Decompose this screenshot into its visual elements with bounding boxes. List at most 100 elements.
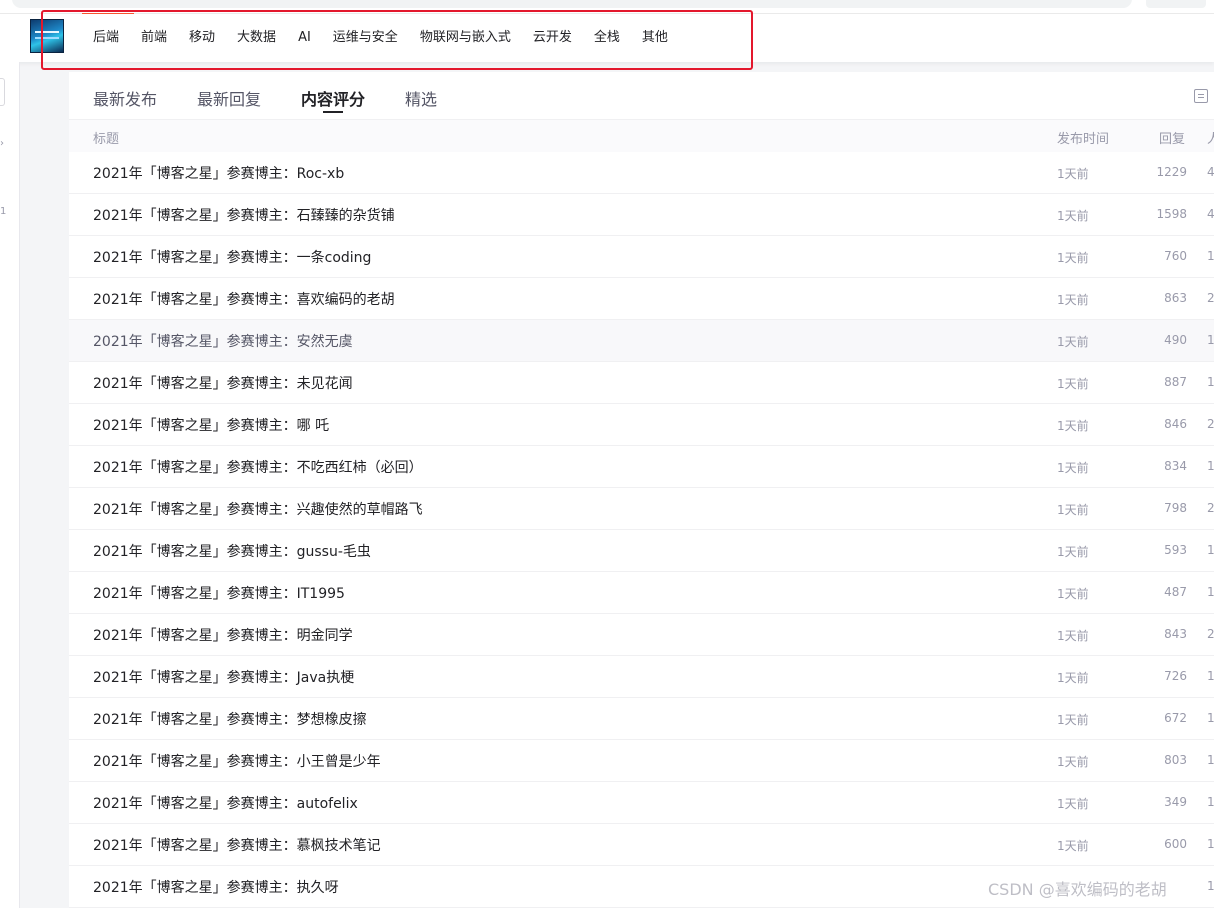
row-time: 1天前: [1057, 293, 1089, 307]
row-reply-count: 672: [1164, 711, 1187, 725]
browser-top-strip: [0, 0, 1214, 15]
row-title-link[interactable]: 2021年「博客之星」参赛博主：石臻臻的杂货铺: [93, 205, 395, 225]
logo-mark-icon: [35, 31, 59, 39]
watermark: CSDN @喜欢编码的老胡: [988, 880, 1167, 899]
row-extra-count: 1: [1207, 879, 1214, 893]
address-bar[interactable]: [12, 0, 1132, 8]
row-extra-count: 1: [1207, 249, 1214, 263]
row-title-link[interactable]: 2021年「博客之星」参赛博主：Roc-xb: [93, 163, 344, 183]
table-row[interactable]: 2021年「博客之星」参赛博主：兴趣使然的草帽路飞 1天前 798 2: [69, 488, 1214, 530]
row-title-link[interactable]: 2021年「博客之星」参赛博主：未见花闻: [93, 373, 353, 393]
table-row[interactable]: 2021年「博客之星」参赛博主：哪 吒 1天前 846 2: [69, 404, 1214, 446]
table-row[interactable]: 2021年「博客之星」参赛博主：Roc-xb 1天前 1229 4: [69, 152, 1214, 194]
row-extra-count: 1: [1207, 585, 1214, 599]
row-time: 1天前: [1057, 419, 1089, 433]
collapsed-input-edge[interactable]: [0, 78, 5, 106]
table-row[interactable]: 2021年「博客之星」参赛博主：小王曾是少年 1天前 803 1: [69, 740, 1214, 782]
table-row[interactable]: 2021年「博客之星」参赛博主：梦想橡皮擦 1天前 672 1: [69, 698, 1214, 740]
nav-item[interactable]: 物联网与嵌入式: [409, 14, 522, 62]
row-reply-count: 600: [1164, 837, 1187, 851]
table-row[interactable]: 2021年「博客之星」参赛博主：明金同学 1天前 843 2: [69, 614, 1214, 656]
row-time: 1天前: [1057, 839, 1089, 853]
content-panel: 最新发布 最新回复 内容评分 精选 标题 发布时间 回复 人 2021年「博客之…: [69, 72, 1214, 908]
tab-featured[interactable]: 精选: [405, 86, 437, 110]
header-title: 标题: [93, 132, 120, 147]
nav-item[interactable]: 全栈: [583, 14, 631, 62]
table-row[interactable]: 2021年「博客之星」参赛博主：安然无虞 1天前 490 1: [69, 320, 1214, 362]
topic-list: 2021年「博客之星」参赛博主：Roc-xb 1天前 1229 4 2021年「博客之星…: [69, 152, 1214, 908]
header-reply: 回复: [1159, 132, 1186, 147]
table-header: 标题 发布时间 回复 人: [69, 120, 1214, 152]
row-title-link[interactable]: 2021年「博客之星」参赛博主：一条coding: [93, 247, 371, 267]
row-time: 1天前: [1057, 167, 1089, 181]
row-reply-count: 803: [1164, 753, 1187, 767]
row-extra-count: 1: [1207, 753, 1214, 767]
table-row[interactable]: 2021年「博客之星」参赛博主：autofelix 1天前 349 1: [69, 782, 1214, 824]
category-nav: 后端 前端 移动 大数据 AI 运维与安全 物联网与嵌入式 云开发 全栈 其他: [82, 14, 679, 62]
row-extra-count: 1: [1207, 837, 1214, 851]
row-title-link[interactable]: 2021年「博客之星」参赛博主：哪 吒: [93, 415, 329, 435]
row-reply-count: 490: [1164, 333, 1187, 347]
row-title-link[interactable]: 2021年「博客之星」参赛博主：梦想橡皮擦: [93, 709, 367, 729]
table-row[interactable]: 2021年「博客之星」参赛博主：gussu-毛虫 1天前 593 1: [69, 530, 1214, 572]
row-title-link[interactable]: 2021年「博客之星」参赛博主：autofelix: [93, 793, 358, 813]
tab-content-rating[interactable]: 内容评分: [301, 86, 365, 113]
content-tabs: 最新发布 最新回复 内容评分 精选: [69, 72, 1214, 120]
row-extra-count: 4: [1207, 165, 1214, 179]
row-extra-count: 1: [1207, 669, 1214, 683]
table-row[interactable]: 2021年「博客之星」参赛博主：未见花闻 1天前 887 1: [69, 362, 1214, 404]
tab-latest-post[interactable]: 最新发布: [93, 86, 157, 110]
row-title-link[interactable]: 2021年「博客之星」参赛博主：慕枫技术笔记: [93, 835, 381, 855]
row-reply-count: 863: [1164, 291, 1187, 305]
table-row[interactable]: 2021年「博客之星」参赛博主：石臻臻的杂货铺 1天前 1598 4: [69, 194, 1214, 236]
nav-item[interactable]: 运维与安全: [322, 14, 409, 62]
row-title-link[interactable]: 2021年「博客之星」参赛博主：兴趣使然的草帽路飞: [93, 499, 423, 519]
row-reply-count: 1598: [1156, 207, 1187, 221]
row-title-link[interactable]: 2021年「博客之星」参赛博主：喜欢编码的老胡: [93, 289, 395, 309]
nav-item[interactable]: 大数据: [226, 14, 287, 62]
row-extra-count: 1: [1207, 459, 1214, 473]
nav-item[interactable]: 移动: [178, 14, 226, 62]
nav-item[interactable]: 云开发: [522, 14, 583, 62]
left-side-panel: › 1: [0, 62, 20, 908]
table-row[interactable]: 2021年「博客之星」参赛博主：IT1995 1天前 487 1: [69, 572, 1214, 614]
nav-item[interactable]: 前端: [130, 14, 178, 62]
nav-item[interactable]: 后端: [82, 14, 130, 62]
table-row[interactable]: 2021年「博客之星」参赛博主：慕枫技术笔记 1天前 600 1: [69, 824, 1214, 866]
row-time: 1天前: [1057, 713, 1089, 727]
row-time: 1天前: [1057, 209, 1089, 223]
row-title-link[interactable]: 2021年「博客之星」参赛博主：Java执梗: [93, 667, 354, 687]
row-extra-count: 1: [1207, 375, 1214, 389]
collapsed-arrow-icon: ›: [0, 138, 4, 149]
row-reply-count: 834: [1164, 459, 1187, 473]
row-title-link[interactable]: 2021年「博客之星」参赛博主：小王曾是少年: [93, 751, 381, 771]
row-title-link[interactable]: 2021年「博客之星」参赛博主：不吃西红柿（必回）: [93, 457, 423, 477]
table-row[interactable]: 2021年「博客之星」参赛博主：喜欢编码的老胡 1天前 863 2: [69, 278, 1214, 320]
row-time: 1天前: [1057, 797, 1089, 811]
row-time: 1天前: [1057, 629, 1089, 643]
row-title-link[interactable]: 2021年「博客之星」参赛博主：执久呀: [93, 877, 339, 897]
tab-latest-reply[interactable]: 最新回复: [197, 86, 261, 110]
list-view-icon[interactable]: [1194, 89, 1208, 103]
table-row[interactable]: 2021年「博客之星」参赛博主：Java执梗 1天前 726 1: [69, 656, 1214, 698]
nav-item[interactable]: AI: [287, 14, 322, 62]
row-extra-count: 1: [1207, 795, 1214, 809]
nav-item[interactable]: 其他: [631, 14, 679, 62]
row-reply-count: 487: [1164, 585, 1187, 599]
row-reply-count: 349: [1164, 795, 1187, 809]
table-row[interactable]: 2021年「博客之星」参赛博主：一条coding 1天前 760 1: [69, 236, 1214, 278]
browser-button[interactable]: [1146, 0, 1206, 8]
row-reply-count: 1229: [1156, 165, 1187, 179]
site-logo[interactable]: [30, 19, 64, 53]
row-title-link[interactable]: 2021年「博客之星」参赛博主：IT1995: [93, 583, 345, 603]
row-title-link[interactable]: 2021年「博客之星」参赛博主：安然无虞: [93, 331, 353, 351]
row-reply-count: 593: [1164, 543, 1187, 557]
table-row[interactable]: 2021年「博客之星」参赛博主：不吃西红柿（必回） 1天前 834 1: [69, 446, 1214, 488]
row-title-link[interactable]: 2021年「博客之星」参赛博主：gussu-毛虫: [93, 541, 371, 561]
row-extra-count: 4: [1207, 207, 1214, 221]
row-extra-count: 1: [1207, 543, 1214, 557]
row-time: 1天前: [1057, 755, 1089, 769]
row-reply-count: 843: [1164, 627, 1187, 641]
row-time: 1天前: [1057, 377, 1089, 391]
row-title-link[interactable]: 2021年「博客之星」参赛博主：明金同学: [93, 625, 353, 645]
